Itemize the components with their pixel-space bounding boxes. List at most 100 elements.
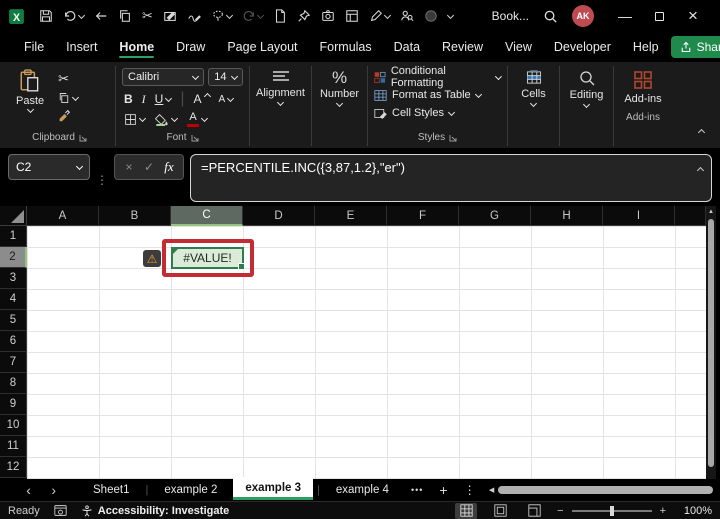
insert-function-button[interactable]: fx — [159, 159, 179, 175]
next-sheet-button[interactable]: › — [43, 482, 64, 498]
bold-button[interactable]: B — [124, 92, 133, 106]
tab-review[interactable]: Review — [432, 35, 493, 59]
scroll-left-icon[interactable]: ◀ — [486, 486, 498, 494]
tab-formulas[interactable]: Formulas — [310, 35, 382, 59]
format-as-table-button[interactable]: Format as Table — [374, 86, 501, 104]
tab-view[interactable]: View — [495, 35, 542, 59]
column-header-f[interactable]: F — [387, 206, 459, 226]
horizontal-scroll-thumb[interactable] — [497, 486, 713, 494]
column-header-partial[interactable] — [675, 206, 706, 226]
dialog-launcher-icon[interactable] — [449, 134, 457, 142]
italic-button[interactable]: I — [142, 92, 146, 107]
confirm-entry-button[interactable]: ✓ — [139, 160, 159, 174]
group-addins[interactable]: Add-ins Add-ins — [614, 66, 672, 146]
zoom-out-button[interactable]: − — [557, 505, 563, 517]
collapse-ribbon-button[interactable] — [697, 122, 706, 140]
people-lookup-icon[interactable] — [400, 9, 414, 23]
group-number[interactable]: % Number — [312, 66, 368, 146]
edit-signature-icon[interactable] — [369, 9, 391, 23]
redo-icon[interactable] — [242, 9, 264, 23]
fill-color-button[interactable] — [155, 113, 179, 126]
group-editing[interactable]: Editing — [560, 66, 614, 146]
avatar[interactable]: AK — [572, 5, 594, 27]
row-header-4[interactable]: 4 — [0, 289, 27, 310]
minimize-button[interactable]: — — [608, 0, 642, 32]
sheet-tab-example2[interactable]: example 2 — [152, 481, 229, 499]
qat-overflow-icon[interactable] — [446, 11, 454, 19]
column-header-i[interactable]: I — [603, 206, 675, 226]
group-alignment[interactable]: Alignment — [250, 66, 312, 146]
save-icon[interactable] — [39, 9, 53, 23]
column-header-h[interactable]: H — [531, 206, 603, 226]
collapse-formula-bar-button[interactable] — [696, 161, 705, 176]
draw-ink-icon[interactable] — [163, 9, 177, 23]
formula-input[interactable]: =PERCENTILE.INC({3,87,1.2},"er") — [190, 154, 712, 202]
pin-icon[interactable] — [297, 9, 311, 23]
copy-button[interactable] — [58, 92, 80, 104]
row-header-10[interactable]: 10 — [0, 415, 27, 436]
tab-home[interactable]: Home — [109, 35, 164, 59]
conditional-formatting-button[interactable]: Conditional Formatting — [374, 65, 503, 89]
tab-file[interactable]: File — [14, 35, 54, 59]
horizontal-scrollbar[interactable]: ◀ ▶ — [486, 479, 720, 501]
cells-area[interactable] — [27, 226, 706, 479]
format-painter-button[interactable] — [58, 109, 78, 122]
paste-button[interactable]: Paste — [10, 68, 50, 114]
tab-insert[interactable]: Insert — [56, 35, 107, 59]
undo-icon[interactable] — [63, 9, 86, 23]
tab-draw[interactable]: Draw — [166, 35, 215, 59]
horizontal-scroll-track[interactable] — [497, 485, 713, 495]
row-header-9[interactable]: 9 — [0, 394, 27, 415]
sheet-tab-example4[interactable]: example 4 — [324, 481, 401, 499]
row-header-8[interactable]: 8 — [0, 373, 27, 394]
font-color-button[interactable]: A — [187, 112, 209, 127]
column-header-d[interactable]: D — [243, 206, 315, 226]
row-header-11[interactable]: 11 — [0, 436, 27, 457]
cut-icon[interactable]: ✂ — [142, 8, 153, 24]
vertical-scrollbar[interactable]: ▲ — [706, 206, 716, 479]
search-icon[interactable] — [543, 9, 558, 24]
row-header-3[interactable]: 3 — [0, 268, 27, 289]
page-break-preview-button[interactable] — [523, 503, 545, 519]
form-icon[interactable] — [345, 9, 359, 23]
name-box[interactable]: C2 — [8, 154, 90, 180]
tab-developer[interactable]: Developer — [544, 35, 621, 59]
cancel-entry-button[interactable]: × — [119, 160, 139, 174]
prev-sheet-button[interactable]: ‹ — [18, 482, 39, 498]
accessibility-status[interactable]: Accessibility: Investigate — [81, 505, 229, 517]
lasso-select-icon[interactable] — [211, 9, 233, 23]
group-cells[interactable]: Cells — [508, 66, 560, 146]
sheet-tab-sheet1[interactable]: Sheet1 — [81, 481, 141, 499]
increase-font-button[interactable]: A — [194, 92, 211, 106]
cell-styles-button[interactable]: Cell Styles — [374, 104, 501, 122]
tab-data[interactable]: Data — [384, 35, 430, 59]
column-header-b[interactable]: B — [99, 206, 171, 226]
maximize-button[interactable] — [642, 0, 676, 32]
font-size-combo[interactable]: 14 — [208, 68, 243, 86]
cut-button[interactable]: ✂ — [58, 71, 78, 87]
sheet-tab-example3[interactable]: example 3 — [233, 476, 314, 500]
column-header-e[interactable]: E — [315, 206, 387, 226]
row-header-7[interactable]: 7 — [0, 352, 27, 373]
copy-icon[interactable] — [118, 9, 132, 23]
record-icon[interactable] — [424, 9, 438, 23]
zoom-slider[interactable] — [571, 505, 652, 516]
sheet-options-button[interactable]: ⋮ — [458, 483, 482, 497]
underline-button[interactable]: U — [155, 92, 173, 106]
row-header-12[interactable]: 12 — [0, 457, 27, 478]
ink-annotate-icon[interactable] — [187, 9, 201, 23]
row-header-2[interactable]: 2 — [0, 247, 27, 268]
zoom-level[interactable]: 100% — [678, 505, 712, 517]
borders-button[interactable] — [124, 113, 147, 126]
font-family-combo[interactable]: Calibri — [122, 68, 205, 86]
column-header-c[interactable]: C — [171, 206, 243, 226]
macro-record-icon[interactable] — [54, 504, 67, 517]
back-icon[interactable] — [94, 9, 108, 23]
select-all-button[interactable] — [0, 206, 27, 226]
scroll-up-icon[interactable]: ▲ — [706, 206, 716, 218]
zoom-slider-handle[interactable] — [609, 505, 614, 516]
tab-page-layout[interactable]: Page Layout — [217, 35, 307, 59]
row-header-5[interactable]: 5 — [0, 310, 27, 331]
row-header-1[interactable]: 1 — [0, 226, 27, 247]
zoom-in-button[interactable]: + — [660, 505, 666, 517]
